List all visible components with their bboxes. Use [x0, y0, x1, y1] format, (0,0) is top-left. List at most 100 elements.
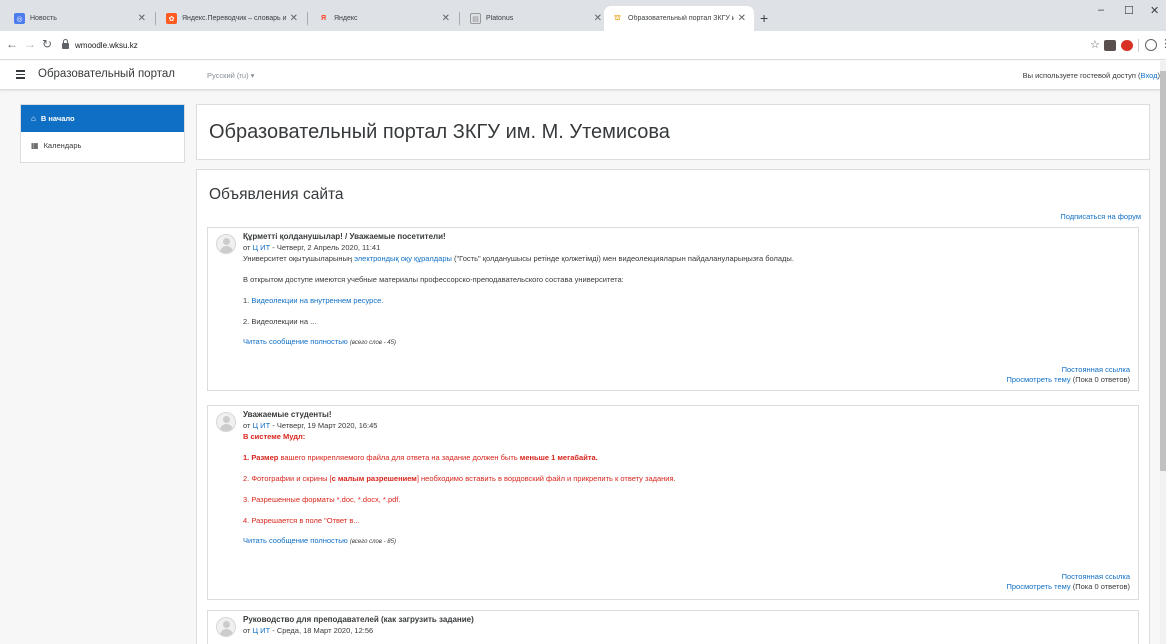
author-link[interactable]: Ц ИТ — [253, 243, 271, 252]
calendar-icon: ▦ — [31, 141, 39, 150]
text: 1. Размер — [243, 453, 279, 462]
read-more: Читать сообщение полностью (всего слов -… — [243, 337, 1130, 346]
subscribe-forum-link[interactable]: Подписаться на форум — [1060, 212, 1141, 221]
hamburger-menu-icon[interactable] — [16, 70, 25, 81]
post-paragraph: 2. Видеолекции на ... — [243, 317, 317, 326]
permalink-link[interactable]: Постоянная ссылка — [1062, 572, 1130, 581]
text: меньше 1 мегабайта. — [519, 453, 598, 462]
section-title: Объявления сайта — [209, 186, 344, 203]
author-link[interactable]: Ц ИТ — [253, 626, 271, 635]
lock-icon — [62, 39, 69, 49]
post-author-line: от Ц ИТ - Четверг, 2 Апрель 2020, 11:41 — [243, 243, 1130, 252]
post-paragraph: В открытом доступе имеются учебные матер… — [243, 275, 624, 284]
close-icon[interactable]: ✕ — [594, 13, 602, 24]
permalink-link[interactable]: Постоянная ссылка — [1062, 365, 1130, 374]
close-icon[interactable]: ✕ — [290, 13, 298, 24]
guest-access-notice: Вы используете гостевой доступ (Вход) — [1023, 71, 1160, 80]
tab-title: Новость — [30, 15, 57, 22]
browser-tab-news[interactable]: ◎ Новость ✕ — [6, 6, 154, 31]
forum-post: Руководство для преподавателей (как загр… — [207, 610, 1139, 644]
post-paragraph: 2. Фотографии и скрины [с малым разрешен… — [243, 474, 1130, 484]
tab-divider — [307, 12, 308, 25]
address-bar[interactable]: wmoodle.wksu.kz — [62, 35, 1062, 55]
avatar — [216, 617, 236, 637]
post-paragraph: 1. Размер вашего прикрепляемого файла дл… — [243, 453, 1130, 463]
tab-title: Яндекс.Переводчик – словарь и... — [182, 15, 286, 22]
post-author-line: от Ц ИТ - Среда, 18 Март 2020, 12:56 — [243, 626, 1130, 635]
tab-divider — [155, 12, 156, 25]
by-label: от — [243, 243, 251, 252]
post-body: Руководство для преподавателей (как загр… — [243, 615, 1130, 635]
tab-title: Platonus — [486, 15, 514, 22]
close-icon[interactable]: ✕ — [442, 13, 450, 24]
browser-tab-strip: ◎ Новость ✕ ✿ Яндекс.Переводчик – словар… — [0, 0, 1166, 31]
text: ("Гость" қолданушысы ретінде қолжетімді)… — [451, 254, 794, 263]
view-topic-link[interactable]: Просмотреть тему — [1007, 582, 1071, 591]
page-scrollbar[interactable] — [1160, 61, 1166, 644]
replies-count: (Пока 0 ответов) — [1070, 375, 1130, 384]
translator-favicon-icon: ✿ — [166, 13, 177, 24]
reload-icon[interactable]: ↻ — [42, 37, 52, 51]
tab-divider — [459, 12, 460, 25]
browser-tab-yandex[interactable]: Я Яндекс ✕ — [310, 6, 458, 31]
browser-tab-platonus[interactable]: ▤ Platonus ✕ — [462, 6, 610, 31]
url-text: wmoodle.wksu.kz — [75, 40, 138, 50]
view-topic-link[interactable]: Просмотреть тему — [1007, 375, 1071, 384]
e-textbooks-link[interactable]: электрондық оқу құралдары — [354, 254, 452, 263]
post-body: Құрметті қолданушылар! / Уважаемые посет… — [243, 232, 1130, 346]
menu-dots-icon[interactable]: ⋮ — [1160, 37, 1166, 50]
browser-tab-translator[interactable]: ✿ Яндекс.Переводчик – словарь и... ✕ — [158, 6, 306, 31]
back-arrow-icon[interactable]: ← — [6, 37, 18, 51]
post-paragraph: Университет оқытушыларының электрондық о… — [243, 254, 1130, 264]
read-more-link[interactable]: Читать сообщение полностью — [243, 536, 348, 545]
word-count: (всего слов - 85) — [349, 539, 396, 545]
profile-icon[interactable] — [1145, 39, 1157, 51]
page-title: Образовательный портал ЗКГУ им. М. Утеми… — [209, 121, 670, 143]
window-close-icon[interactable]: ✕ — [1150, 4, 1159, 17]
caret-down-icon: ▾ — [250, 71, 255, 80]
post-heading: В системе Мудл: — [243, 432, 306, 441]
portal-favicon-icon: ⛫ — [614, 15, 621, 22]
platonus-favicon-icon: ▤ — [470, 13, 481, 24]
by-label: от — [243, 626, 251, 635]
news-favicon-icon: ◎ — [14, 13, 25, 24]
site-brand[interactable]: Образовательный портал — [38, 68, 175, 80]
post-author-line: от Ц ИТ - Четверг, 19 Март 2020, 16:45 — [243, 421, 1130, 430]
replies-count: (Пока 0 ответов) — [1070, 582, 1130, 591]
author-link[interactable]: Ц ИТ — [253, 421, 271, 430]
new-tab-button[interactable]: + — [760, 10, 768, 26]
by-label: от — [243, 421, 251, 430]
post-subject: Уважаемые студенты! — [243, 410, 332, 419]
internal-lectures-link[interactable]: Видеолекции на внутреннем ресурсе. — [251, 296, 383, 305]
close-icon[interactable]: ✕ — [138, 13, 146, 24]
post-date: - Среда, 18 Март 2020, 12:56 — [270, 626, 374, 635]
word-count: (всего слов - 45) — [349, 340, 396, 346]
drawer-item-label: Календарь — [43, 141, 82, 150]
post-date: - Четверг, 2 Апрель 2020, 11:41 — [270, 243, 381, 252]
text: 2. Фотографии и скрины [ — [243, 474, 332, 483]
drawer-item-calendar[interactable]: ▦ Календарь — [21, 132, 184, 159]
read-more: Читать сообщение полностью (всего слов -… — [243, 536, 1130, 545]
extension-icon[interactable] — [1104, 40, 1116, 51]
text: Университет оқытушыларының — [243, 254, 355, 263]
post-subject: Құрметті қолданушылар! / Уважаемые посет… — [243, 232, 446, 241]
drawer-item-home[interactable]: ⌂ В начало — [21, 105, 184, 132]
post-date: - Четверг, 19 Март 2020, 16:45 — [270, 421, 378, 430]
browser-toolbar: ← → ↻ wmoodle.wksu.kz ☆ ⋮ — [0, 31, 1166, 60]
browser-tab-portal[interactable]: ⛫ Образовательный портал ЗКГУ и... ✕ — [604, 6, 754, 31]
scrollbar-thumb[interactable] — [1160, 71, 1166, 471]
adblock-icon[interactable] — [1121, 40, 1133, 51]
post-subject: Руководство для преподавателей (как загр… — [243, 615, 474, 624]
language-menu[interactable]: Русский (ru) ▾ — [207, 71, 254, 80]
yandex-favicon-icon: Я — [320, 15, 327, 22]
minimize-icon[interactable]: – — [1098, 4, 1104, 16]
read-more-link[interactable]: Читать сообщение полностью — [243, 337, 348, 346]
avatar — [216, 234, 236, 254]
tab-title: Образовательный портал ЗКГУ и... — [628, 15, 734, 22]
forward-arrow-icon[interactable]: → — [24, 37, 36, 51]
close-icon[interactable]: ✕ — [738, 13, 746, 24]
bookmark-star-icon[interactable]: ☆ — [1090, 38, 1100, 51]
maximize-icon[interactable]: ☐ — [1124, 4, 1134, 17]
drawer-item-label: В начало — [40, 114, 75, 123]
login-link[interactable]: Вход — [1141, 71, 1158, 80]
